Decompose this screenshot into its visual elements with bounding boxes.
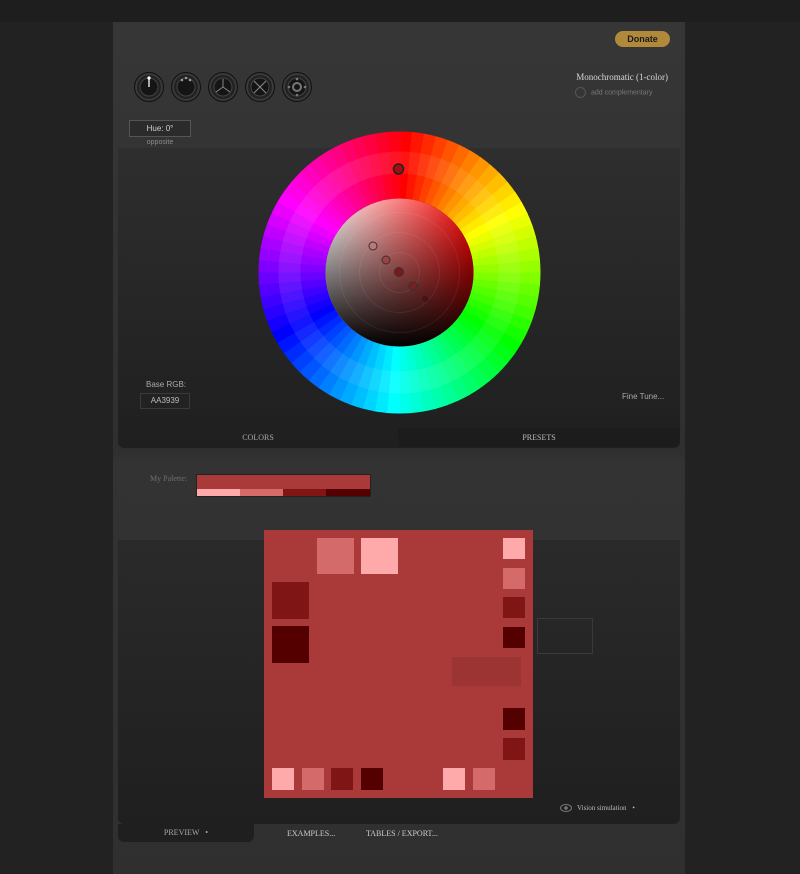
hue-marker (392, 163, 405, 175)
complement-mode-icon (176, 76, 196, 97)
preview-ghost-frame (537, 618, 593, 654)
my-palette-label: My Palette: (150, 474, 188, 483)
add-complementary-label: add complementary (591, 89, 653, 97)
preview-bottom-light-2 (473, 768, 495, 790)
tetrad-mode-icon (250, 77, 270, 97)
preview-block-dark (272, 582, 309, 619)
preview-side-lightest (503, 538, 525, 559)
eye-icon (560, 804, 572, 813)
tab-preview[interactable]: PREVIEW • (118, 824, 254, 842)
preview-side-dark (503, 597, 525, 618)
tab-examples[interactable]: EXAMPLES... (287, 829, 335, 838)
preview-bottom-dark (331, 768, 353, 790)
mono-mode-icon (139, 76, 159, 97)
vision-simulation-label: Vision simulation (577, 804, 627, 812)
shade-marker (408, 281, 418, 291)
my-palette[interactable] (196, 474, 371, 497)
palette-swatch-4 (326, 489, 370, 496)
palette-swatch-1 (197, 489, 240, 496)
base-rgb-input[interactable]: AA3939 (140, 393, 190, 409)
tetrad-mode-button[interactable] (245, 72, 275, 102)
color-wheel-graphic[interactable] (258, 131, 541, 414)
color-wheel[interactable] (258, 131, 541, 414)
preview-ghost-block (452, 657, 521, 686)
palette-swatch-3 (283, 489, 326, 496)
top-bar (0, 0, 800, 22)
mono-mode-button[interactable] (134, 72, 164, 102)
palette-swatch-2 (240, 489, 283, 496)
base-rgb-label: Base RGB: (146, 380, 187, 389)
add-complementary-toggle[interactable]: add complementary (575, 87, 652, 98)
preview-bottom-lightest (272, 768, 294, 790)
preview-side-darkest-2 (503, 708, 525, 730)
palette-main-swatch (197, 475, 370, 489)
donate-button[interactable]: Donate (615, 31, 670, 47)
analogic-mode-button[interactable] (282, 72, 312, 102)
shade-marker (394, 267, 404, 277)
dropdown-dot-icon: • (205, 828, 209, 837)
preview-block-darkest (272, 626, 309, 663)
preview-canvas (264, 530, 533, 798)
shade-marker (368, 241, 378, 251)
preview-bottom-lightest-2 (443, 768, 465, 790)
scheme-name: Monochromatic (1-color) (576, 72, 668, 82)
analogic-mode-icon (287, 77, 307, 97)
opposite-link[interactable]: opposite (129, 139, 191, 146)
preview-bottom-light (302, 768, 324, 790)
preview-side-darkest (503, 627, 525, 648)
preview-bottom-darkest (361, 768, 383, 790)
tab-presets[interactable]: PRESETS (398, 428, 680, 447)
radio-icon (575, 87, 586, 98)
fine-tune-link[interactable]: Fine Tune... (622, 392, 664, 401)
shade-marker (381, 255, 391, 265)
preview-block-lightest (361, 538, 398, 574)
complement-mode-button[interactable] (171, 72, 201, 102)
vision-simulation-toggle[interactable]: Vision simulation • (560, 804, 635, 813)
tab-colors[interactable]: COLORS (118, 428, 398, 447)
tab-tables-export[interactable]: TABLES / EXPORT... (366, 829, 438, 838)
tab-preview-label: PREVIEW (163, 828, 200, 837)
triad-mode-icon (213, 77, 233, 97)
shade-marker (420, 294, 430, 304)
triad-mode-button[interactable] (208, 72, 238, 102)
hue-input[interactable]: Hue: 0° (129, 120, 191, 137)
preview-block-light (317, 538, 354, 574)
preview-side-light (503, 568, 525, 589)
preview-side-dark-2 (503, 738, 525, 760)
dropdown-dot-icon: • (632, 804, 635, 812)
